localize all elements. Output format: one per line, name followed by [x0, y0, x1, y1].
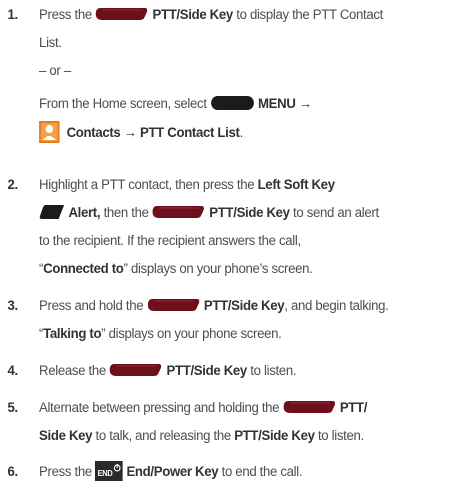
- ptt-label: PTT/: [339, 400, 368, 416]
- menu-key-label: MENU →: [258, 96, 312, 112]
- step-1-line-1: Press the PTT/Side Key to display the PT…: [39, 7, 384, 23]
- step-1-line-4: From the Home screen, select MENU →: [39, 95, 312, 112]
- side-key-label: Side Key: [39, 428, 93, 444]
- instruction-document: 1. Press the PTT/Side Key to display the…: [0, 0, 435, 492]
- or-separator: – or –: [39, 63, 71, 79]
- step-1-line-2: List.: [39, 35, 62, 51]
- ptt-side-key-icon: [283, 400, 337, 414]
- step-5-line-2: Side Key to talk, and releasing the PTT/…: [39, 428, 364, 444]
- end-power-key-icon: END: [95, 461, 124, 482]
- contacts-icon: [39, 121, 60, 144]
- talking-to-label: Talking to: [43, 326, 102, 342]
- alert-label: Alert,: [68, 205, 101, 221]
- step-number: 4.: [7, 363, 18, 379]
- end-power-key-label: End/Power Key: [126, 464, 219, 480]
- step-3-line-1: Press and hold the PTT/Side Key, and beg…: [39, 298, 389, 314]
- ptt-side-key-icon: [147, 298, 201, 312]
- svg-text:END: END: [98, 469, 113, 478]
- ptt-side-key-label: PTT/Side Key: [152, 7, 233, 23]
- step-4-line-1: Release the PTT/Side Key to listen.: [39, 363, 297, 379]
- ptt-side-key-label: PTT/Side Key: [203, 298, 285, 314]
- ptt-side-key-label: PTT/Side Key: [234, 428, 315, 444]
- connected-to-label: Connected to: [43, 261, 124, 277]
- ptt-side-key-icon: [95, 7, 149, 21]
- step-2-line-3: to the recipient. If the recipient answe…: [39, 233, 301, 249]
- contacts-path-label: Contacts → PTT Contact List: [66, 125, 240, 141]
- step-5-line-1: Alternate between pressing and holding t…: [39, 400, 368, 416]
- step-6-line-1: Press the END End/Power Key to end the c…: [39, 460, 303, 484]
- step-number: 6.: [7, 464, 18, 480]
- step-number: 1.: [7, 7, 18, 23]
- ptt-side-key-icon: [152, 205, 206, 219]
- left-soft-key-icon: [39, 204, 65, 220]
- step-number: 3.: [7, 298, 18, 314]
- step-1-line-5: Contacts → PTT Contact List.: [39, 121, 243, 145]
- step-2-line-1: Highlight a PTT contact, then press the …: [39, 177, 335, 193]
- step-2-line-2: Alert, then the PTT/Side Key to send an …: [39, 201, 379, 225]
- step-number: 2.: [7, 177, 18, 193]
- step-2-line-4: “Connected to” displays on your phone’s …: [39, 261, 313, 277]
- step-number: 5.: [7, 400, 18, 416]
- ptt-side-key-icon: [109, 363, 163, 377]
- ptt-side-key-label: PTT/Side Key: [166, 363, 248, 379]
- left-soft-key-label: Left Soft Key: [257, 177, 335, 193]
- ptt-side-key-label: PTT/Side Key: [209, 205, 290, 221]
- step-3-line-2: “Talking to” displays on your phone scre…: [39, 326, 282, 342]
- menu-key-icon: [210, 95, 255, 111]
